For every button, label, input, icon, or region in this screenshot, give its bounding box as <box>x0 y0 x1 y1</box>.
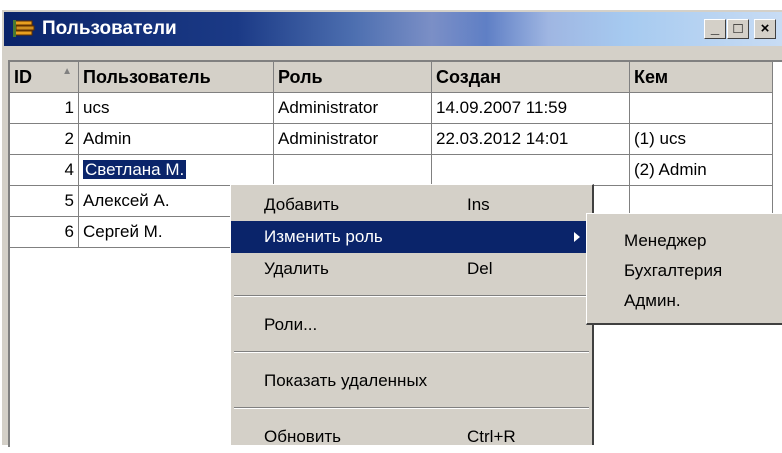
cell-user: Admin <box>78 123 274 155</box>
menu-item-label: Удалить <box>264 259 329 278</box>
cell-by <box>629 92 773 124</box>
cell-created: 22.03.2012 14:01 <box>431 123 630 155</box>
cell-id: 1 <box>10 92 79 124</box>
column-header-id[interactable]: ID ▲ <box>10 62 79 93</box>
submenu-item-accounting[interactable]: Бухгалтерия <box>587 256 782 286</box>
cell-role: Administrator <box>273 123 432 155</box>
table-row[interactable]: 1 ucs Administrator 14.09.2007 11:59 <box>10 92 773 124</box>
menu-separator <box>234 351 589 353</box>
submenu-item-manager[interactable]: Менеджер <box>587 226 782 256</box>
submenu-item-admin[interactable]: Админ. <box>587 286 782 316</box>
menu-item-delete[interactable]: Удалить Del <box>231 253 592 285</box>
cell-role <box>273 154 432 186</box>
sort-arrow-icon: ▲ <box>62 66 72 77</box>
context-menu: Добавить Ins Изменить роль Удалить Del Р… <box>230 184 594 446</box>
menu-item-label: Обновить <box>264 427 341 446</box>
column-header-role[interactable]: Роль <box>273 62 432 93</box>
column-header-created[interactable]: Создан <box>431 62 630 93</box>
minimize-button[interactable]: _ <box>704 19 726 39</box>
table-row[interactable]: 2 Admin Administrator 22.03.2012 14:01 (… <box>10 123 773 155</box>
maximize-button[interactable]: □ <box>727 19 749 39</box>
cell-created: 14.09.2007 11:59 <box>431 92 630 124</box>
menu-item-add[interactable]: Добавить Ins <box>231 189 592 221</box>
close-button[interactable]: × <box>754 19 776 39</box>
users-app-icon <box>13 20 35 37</box>
menu-item-label: Изменить роль <box>264 227 383 246</box>
selected-user-text: Светлана М. <box>83 160 187 179</box>
menu-item-roles[interactable]: Роли... <box>231 309 592 341</box>
title-bar[interactable]: Пользователи _ □ × <box>4 12 782 46</box>
menu-separator <box>234 295 589 297</box>
menu-item-label: Добавить <box>264 195 340 214</box>
cell-user: ucs <box>78 92 274 124</box>
window-title: Пользователи <box>42 18 177 39</box>
table-header-row: ID ▲ Пользователь Роль Создан Кем <box>10 62 773 93</box>
cell-by <box>629 185 773 217</box>
menu-separator <box>234 407 589 409</box>
menu-item-shortcut: Ins <box>467 195 490 214</box>
cell-id: 5 <box>10 185 79 217</box>
cell-role: Administrator <box>273 92 432 124</box>
table-row-selected[interactable]: 4 Светлана М. (2) Admin <box>10 154 773 186</box>
role-submenu: Менеджер Бухгалтерия Админ. <box>586 213 782 325</box>
column-header-user[interactable]: Пользователь <box>78 62 274 93</box>
cell-by: (1) ucs <box>629 123 773 155</box>
menu-item-change-role[interactable]: Изменить роль <box>231 221 592 253</box>
menu-item-shortcut: Ctrl+R <box>467 427 516 446</box>
cell-user: Светлана М. <box>78 154 274 186</box>
menu-item-show-deleted[interactable]: Показать удаленных <box>231 365 592 397</box>
column-header-by[interactable]: Кем <box>629 62 773 93</box>
menu-item-refresh[interactable]: Обновить Ctrl+R <box>231 421 592 453</box>
submenu-arrow-icon <box>574 232 580 242</box>
cell-id: 2 <box>10 123 79 155</box>
menu-item-label: Показать удаленных <box>264 371 428 390</box>
cell-id: 4 <box>10 154 79 186</box>
menu-item-shortcut: Del <box>467 259 493 278</box>
cell-by: (2) Admin <box>629 154 773 186</box>
cell-id: 6 <box>10 216 79 248</box>
menu-item-label: Роли... <box>264 315 318 334</box>
cell-created <box>431 154 630 186</box>
